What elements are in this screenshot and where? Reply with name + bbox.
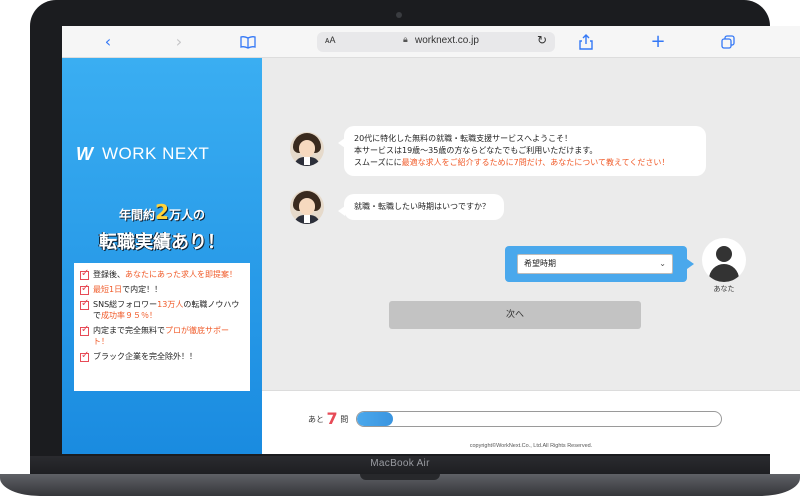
chevron-down-icon: ⌄ xyxy=(659,259,666,268)
share-icon[interactable] xyxy=(576,32,596,52)
chat-bubble-welcome: 20代に特化した無料の就職・転職支援サービスへようこそ！ 本サービスは19歳〜3… xyxy=(338,126,706,176)
tagline-pre: 年間約 xyxy=(119,208,156,222)
feature-text: SNS総フォロワー13万人の転職ノウハウで成功率９５％！ xyxy=(93,300,240,320)
laptop-frame: ‹ › ᴀA 🔒︎ worknext.co.jp ↻ + W WORK NEXT… xyxy=(30,0,800,470)
tagline-volume: 年間約2万人の xyxy=(62,200,262,224)
welcome-line-2: 本サービスは19歳〜35歳の方ならどなたでもご利用いただけます。 xyxy=(354,146,598,155)
feature-item: ブラック企業を完全除外！！ xyxy=(80,350,244,362)
user-label: あなた xyxy=(713,285,735,293)
lock-icon: 🔒︎ xyxy=(403,35,408,45)
remaining-questions: あと 7 問 xyxy=(308,409,349,428)
remaining-count: 7 xyxy=(326,409,338,428)
screen: ‹ › ᴀA 🔒︎ worknext.co.jp ↻ + W WORK NEXT… xyxy=(62,26,800,454)
reload-icon[interactable]: ↻ xyxy=(537,33,547,47)
welcome-line-1: 20代に特化した無料の就職・転職支援サービスへようこそ！ xyxy=(354,134,573,143)
camera-dot xyxy=(396,12,402,18)
select-value: 希望時期 xyxy=(524,259,556,268)
text-size-button[interactable]: ᴀA xyxy=(325,35,335,45)
device-label: MacBook Air xyxy=(370,458,430,469)
bookmarks-book-icon[interactable] xyxy=(238,32,258,52)
checkbox-check-icon xyxy=(80,283,89,295)
address-bar[interactable]: ᴀA 🔒︎ worknext.co.jp ↻ xyxy=(317,32,555,52)
logo-w-icon: W xyxy=(76,144,93,164)
feature-list: 登録後、あなたにあった求人を即提案！ 最短1日で内定！！ SNS総フォロワー13万人… xyxy=(74,263,250,391)
new-tab-plus-icon[interactable]: + xyxy=(648,32,668,52)
feature-text: 内定まで完全無料でプロが徹底サポート！ xyxy=(93,326,229,346)
chat-area: 20代に特化した無料の就職・転職支援サービスへようこそ！ 本サービスは19歳〜3… xyxy=(262,58,800,390)
browser-toolbar: ‹ › ᴀA 🔒︎ worknext.co.jp ↻ + xyxy=(62,26,800,58)
back-chevron-icon[interactable]: ‹ xyxy=(98,32,118,52)
feature-text: ブラック企業を完全除外！！ xyxy=(93,352,197,361)
answer-box: 希望時期 ⌄ xyxy=(505,246,694,282)
progress-area: あと 7 問 copyright©WorkNext.Co., Ltd.All R… xyxy=(262,390,800,454)
feature-text: 登録後、あなたにあった求人を即提案！ xyxy=(93,270,237,279)
url-text[interactable]: worknext.co.jp xyxy=(415,35,479,46)
checkbox-check-icon xyxy=(80,324,89,336)
feature-item: SNS総フォロワー13万人の転職ノウハウで成功率９５％！ xyxy=(80,298,244,321)
tabs-overview-icon[interactable] xyxy=(718,32,738,52)
feature-text: 最短1日で内定！！ xyxy=(93,285,163,294)
feature-item: 最短1日で内定！！ xyxy=(80,283,244,295)
next-button[interactable]: 次へ xyxy=(389,301,641,329)
feature-item: 登録後、あなたにあった求人を即提案！ xyxy=(80,268,244,280)
checkbox-check-icon xyxy=(80,268,89,280)
advisor-avatar xyxy=(290,132,324,166)
chat-bubble-question: 就職・転職したい時期はいつですか？ xyxy=(338,194,504,220)
progress-bar xyxy=(356,411,722,427)
tagline-number: 2 xyxy=(155,200,169,224)
ad-panel: W WORK NEXT 年間約2万人の 転職実績あり！ 登録後、あなたにあった求… xyxy=(62,58,262,454)
timing-select[interactable]: 希望時期 ⌄ xyxy=(517,254,673,274)
progress-fill xyxy=(357,412,394,426)
checkbox-check-icon xyxy=(80,350,89,362)
tagline-main: 転職実績あり！ xyxy=(99,232,225,253)
feature-item: 内定まで完全無料でプロが徹底サポート！ xyxy=(80,324,244,347)
forward-chevron-icon[interactable]: › xyxy=(169,32,189,52)
tagline-post: 万人の xyxy=(168,208,205,222)
copyright: copyright©WorkNext.Co., Ltd.All Rights R… xyxy=(469,443,593,449)
user-avatar-icon xyxy=(702,238,746,282)
checkbox-check-icon xyxy=(80,298,89,310)
advisor-avatar xyxy=(290,190,324,224)
welcome-line-3: スムーズにに最適な求人をご紹介するために7問だけ、あなたについて教えてください！ xyxy=(354,158,670,167)
laptop-base: MacBook Air xyxy=(0,456,800,500)
logo-text: WORK NEXT xyxy=(102,144,210,163)
work-next-logo: W WORK NEXT xyxy=(76,140,256,168)
